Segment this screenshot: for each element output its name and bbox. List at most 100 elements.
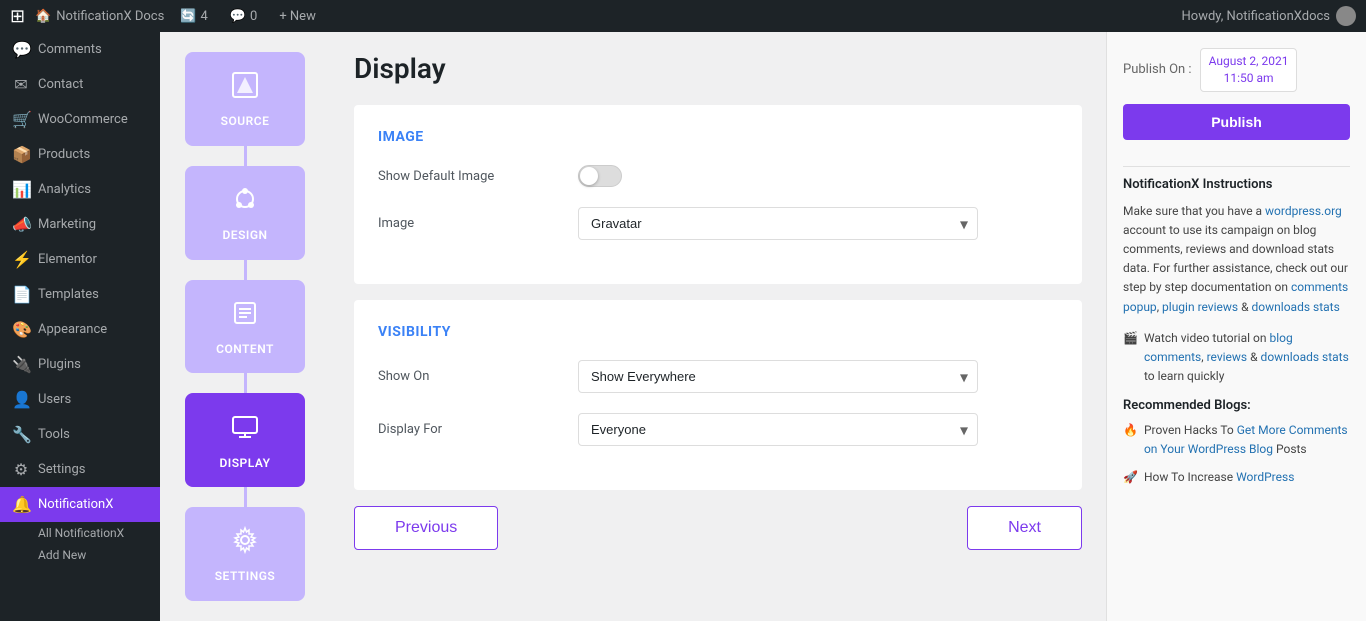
step-display[interactable]: DISPLAY bbox=[185, 393, 305, 487]
image-section-title: IMAGE bbox=[378, 129, 1058, 145]
display-for-label: Display For bbox=[378, 422, 558, 437]
settings-step-icon bbox=[229, 524, 261, 563]
sidebar-item-tools[interactable]: 🔧 Tools bbox=[0, 417, 160, 452]
instructions-text: Make sure that you have a wordpress.org … bbox=[1123, 202, 1350, 317]
image-select-container[interactable]: Gravatar Custom Image None bbox=[578, 207, 978, 240]
step-connector-1 bbox=[244, 146, 247, 166]
step-connector-2 bbox=[244, 260, 247, 280]
sidebar-item-settings[interactable]: ⚙ Settings bbox=[0, 452, 160, 487]
design-step-icon bbox=[229, 183, 261, 222]
page-title: Display bbox=[354, 52, 1082, 85]
sidebar-item-plugins[interactable]: 🔌 Plugins bbox=[0, 347, 160, 382]
visibility-section-card: VISIBILITY Show On Show Everywhere Selec… bbox=[354, 300, 1082, 490]
products-icon: 📦 bbox=[12, 145, 30, 164]
image-select[interactable]: Gravatar Custom Image None bbox=[578, 207, 978, 240]
toggle-switch[interactable] bbox=[578, 165, 622, 187]
image-label: Image bbox=[378, 216, 558, 231]
toggle-knob bbox=[580, 167, 598, 185]
image-section-card: IMAGE Show Default Image Image Gr bbox=[354, 105, 1082, 284]
show-on-row: Show On Show Everywhere Selected Pages E… bbox=[378, 360, 1058, 393]
right-panel: Publish On : August 2, 2021 11:50 am Pub… bbox=[1106, 32, 1366, 621]
display-step-icon bbox=[229, 411, 261, 450]
plugins-icon: 🔌 bbox=[12, 355, 30, 374]
instructions-title: NotificationX Instructions bbox=[1123, 177, 1350, 192]
settings-icon: ⚙ bbox=[12, 460, 30, 479]
image-row: Image Gravatar Custom Image None bbox=[378, 207, 1058, 240]
contact-icon: ✉ bbox=[12, 75, 30, 94]
templates-icon: 📄 bbox=[12, 285, 30, 304]
recommended-blogs-title: Recommended Blogs: bbox=[1123, 398, 1350, 413]
sidebar-item-templates[interactable]: 📄 Templates bbox=[0, 277, 160, 312]
step-settings[interactable]: SETTINGS bbox=[185, 507, 305, 601]
sidebar-item-appearance[interactable]: 🎨 Appearance bbox=[0, 312, 160, 347]
sidebar-item-woocommerce[interactable]: 🛒 WooCommerce bbox=[0, 102, 160, 137]
video-icon: 🎬 bbox=[1123, 329, 1138, 348]
comment-icon: 💬 bbox=[230, 9, 246, 24]
show-on-label: Show On bbox=[378, 369, 558, 384]
new-item[interactable]: + New bbox=[273, 9, 322, 24]
fire-icon: 🔥 bbox=[1123, 421, 1138, 439]
display-for-select[interactable]: Everyone Logged In Users Logged Out User… bbox=[578, 413, 978, 446]
tools-icon: 🔧 bbox=[12, 425, 30, 444]
nav-buttons: Previous Next bbox=[354, 506, 1082, 550]
previous-button[interactable]: Previous bbox=[354, 506, 498, 550]
sidebar-item-comments[interactable]: 💬 Comments bbox=[0, 32, 160, 67]
content-area: SOURCE DESIGN bbox=[160, 32, 1366, 621]
house-icon: 🏠 bbox=[35, 9, 51, 24]
sidebar-item-elementor[interactable]: ⚡ Elementor bbox=[0, 242, 160, 277]
wp-logo-icon[interactable]: ⊞ bbox=[10, 6, 25, 27]
show-default-image-label: Show Default Image bbox=[378, 169, 558, 184]
analytics-icon: 📊 bbox=[12, 180, 30, 199]
notificationx-icon: 🔔 bbox=[12, 495, 30, 514]
publish-label: Publish On : bbox=[1123, 62, 1192, 77]
display-for-select-wrapper: Everyone Logged In Users Logged Out User… bbox=[578, 413, 1058, 446]
sidebar: 💬 Comments ✉ Contact 🛒 WooCommerce 📦 Pro… bbox=[0, 32, 160, 621]
sidebar-item-contact[interactable]: ✉ Contact bbox=[0, 67, 160, 102]
site-name[interactable]: 🏠 NotificationX Docs bbox=[35, 9, 164, 24]
get-more-comments-link[interactable]: Get More Comments on Your WordPress Blog bbox=[1144, 423, 1348, 456]
sidebar-item-analytics[interactable]: 📊 Analytics bbox=[0, 172, 160, 207]
video-row: 🎬 Watch video tutorial on blog comments,… bbox=[1123, 329, 1350, 387]
step-source[interactable]: SOURCE bbox=[185, 52, 305, 146]
howdy: Howdy, NotificationXdocs bbox=[1182, 6, 1356, 26]
updates-item[interactable]: 🔄 4 bbox=[174, 9, 214, 24]
users-icon: 👤 bbox=[12, 390, 30, 409]
sidebar-sub-add-new[interactable]: Add New bbox=[0, 544, 160, 566]
display-for-row: Display For Everyone Logged In Users Log… bbox=[378, 413, 1058, 446]
plugin-reviews-link[interactable]: plugin reviews bbox=[1162, 300, 1238, 314]
step-design[interactable]: DESIGN bbox=[185, 166, 305, 260]
avatar bbox=[1336, 6, 1356, 26]
comments-icon: 💬 bbox=[12, 40, 30, 59]
step-content[interactable]: CONTENT bbox=[185, 280, 305, 374]
sidebar-item-users[interactable]: 👤 Users bbox=[0, 382, 160, 417]
wordpress-link[interactable]: WordPress bbox=[1236, 470, 1294, 484]
main-panel: Display IMAGE Show Default Image Image bbox=[330, 32, 1106, 621]
blog-item-1: 🔥 Proven Hacks To Get More Comments on Y… bbox=[1123, 421, 1350, 459]
sidebar-sub-all-notificationx[interactable]: All NotificationX bbox=[0, 522, 160, 544]
video-section: 🎬 Watch video tutorial on blog comments,… bbox=[1123, 329, 1350, 387]
step-connector-4 bbox=[244, 487, 247, 507]
show-on-select-container[interactable]: Show Everywhere Selected Pages Except on… bbox=[578, 360, 978, 393]
downloads-stats-video-link[interactable]: downloads stats bbox=[1261, 350, 1349, 364]
reviews-link[interactable]: reviews bbox=[1207, 350, 1248, 364]
next-button[interactable]: Next bbox=[967, 506, 1082, 550]
sidebar-item-notificationx[interactable]: 🔔 NotificationX bbox=[0, 487, 160, 522]
sidebar-item-products[interactable]: 📦 Products bbox=[0, 137, 160, 172]
downloads-stats-link[interactable]: downloads stats bbox=[1252, 300, 1340, 314]
marketing-icon: 📣 bbox=[12, 215, 30, 234]
display-for-select-container[interactable]: Everyone Logged In Users Logged Out User… bbox=[578, 413, 978, 446]
comments-item[interactable]: 💬 0 bbox=[224, 9, 264, 24]
show-default-image-row: Show Default Image bbox=[378, 165, 1058, 187]
sidebar-item-marketing[interactable]: 📣 Marketing bbox=[0, 207, 160, 242]
publish-date: August 2, 2021 11:50 am bbox=[1200, 48, 1298, 92]
source-step-icon bbox=[229, 69, 261, 108]
show-on-select[interactable]: Show Everywhere Selected Pages Except on… bbox=[578, 360, 978, 393]
admin-bar: ⊞ 🏠 NotificationX Docs 🔄 4 💬 0 + New How… bbox=[0, 0, 1366, 32]
separator bbox=[1123, 166, 1350, 167]
step-sidebar: SOURCE DESIGN bbox=[160, 32, 330, 621]
show-default-image-toggle[interactable] bbox=[578, 165, 1058, 187]
wordpress-org-link[interactable]: wordpress.org bbox=[1265, 204, 1342, 218]
show-on-select-wrapper: Show Everywhere Selected Pages Except on… bbox=[578, 360, 1058, 393]
step-connector-3 bbox=[244, 373, 247, 393]
publish-button[interactable]: Publish bbox=[1123, 104, 1350, 140]
